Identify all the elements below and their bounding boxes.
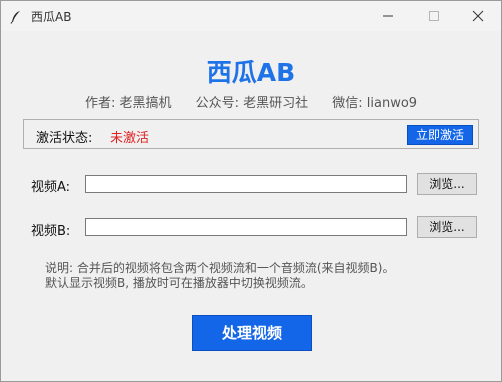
activation-status-label: 激活状态: — [36, 131, 93, 146]
browse-video-b-button[interactable]: 浏览... — [417, 216, 477, 238]
activate-now-button[interactable]: 立即激活 — [407, 125, 473, 145]
video-b-path-input[interactable] — [85, 218, 407, 236]
feather-icon — [9, 9, 23, 24]
wechat-text: 微信: lianwo9 — [332, 96, 418, 111]
instructions-note: 说明: 合并后的视频将包含两个视频流和一个音频流(来自视频B)。 默认显示视频B… — [45, 261, 475, 291]
title-bar[interactable]: 西瓜AB — [1, 1, 501, 31]
browse-video-a-button[interactable]: 浏览... — [417, 173, 477, 195]
official-account-text: 公众号: 老黑研习社 — [195, 96, 309, 111]
author-text: 作者: 老黑搞机 — [84, 96, 172, 111]
close-icon — [472, 10, 484, 22]
app-window: 西瓜AB 西瓜AB 作者: 老黑搞机 公众号: 老黑研习社 微信: lianwo… — [0, 0, 502, 382]
window-title: 西瓜AB — [31, 10, 72, 24]
minimize-button[interactable] — [365, 1, 411, 31]
note-line-2: 默认显示视频B, 播放时可在播放器中切换视频流。 — [45, 276, 313, 290]
minimize-icon — [383, 15, 393, 17]
activation-status-value: 未激活 — [110, 131, 150, 146]
maximize-icon — [429, 11, 439, 21]
video-b-label: 视频B: — [31, 224, 71, 239]
activation-status-panel: 激活状态: 未激活 立即激活 — [23, 119, 479, 149]
credits-line: 作者: 老黑搞机 公众号: 老黑研习社 微信: lianwo9 — [1, 92, 501, 111]
note-line-1: 说明: 合并后的视频将包含两个视频流和一个音频流(来自视频B)。 — [45, 261, 395, 275]
process-video-button[interactable]: 处理视频 — [192, 315, 312, 351]
app-title: 西瓜AB — [206, 58, 296, 87]
video-a-label: 视频A: — [31, 180, 71, 195]
video-a-path-input[interactable] — [85, 175, 407, 193]
maximize-button[interactable] — [411, 1, 457, 31]
close-button[interactable] — [455, 1, 501, 31]
